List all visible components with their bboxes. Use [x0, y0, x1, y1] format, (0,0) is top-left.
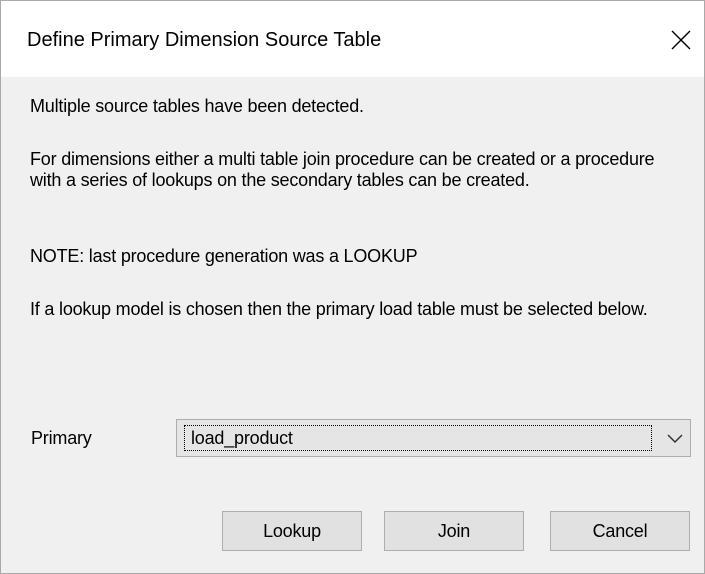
message-options: For dimensions either a multi table join…	[30, 149, 655, 190]
title-bar: Define Primary Dimension Source Table	[1, 1, 704, 77]
message-detected: Multiple source tables have been detecte…	[30, 96, 364, 116]
dialog-window: Define Primary Dimension Source Table Mu…	[0, 0, 705, 574]
join-button[interactable]: Join	[384, 511, 524, 551]
primary-table-selected-value: load_product	[184, 425, 652, 451]
chevron-down-icon	[667, 434, 683, 444]
dialog-title: Define Primary Dimension Source Table	[27, 29, 382, 51]
cancel-button[interactable]: Cancel	[550, 511, 690, 551]
message-note: NOTE: last procedure generation was a LO…	[30, 246, 418, 266]
close-icon	[671, 30, 691, 50]
lookup-button[interactable]: Lookup	[222, 511, 362, 551]
primary-label: Primary	[31, 428, 92, 448]
message-instruction: If a lookup model is chosen then the pri…	[30, 299, 648, 319]
primary-table-select[interactable]: load_product	[176, 419, 691, 457]
close-button[interactable]	[658, 17, 704, 63]
